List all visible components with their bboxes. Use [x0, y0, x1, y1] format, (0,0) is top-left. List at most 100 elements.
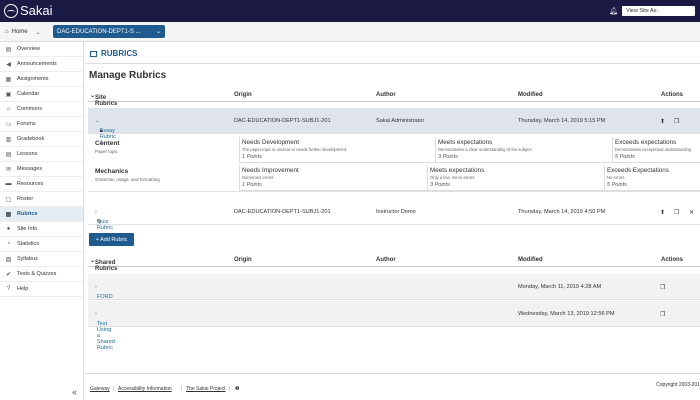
rubric-modified: Monday, March 11, 2019 4:28 AM — [518, 284, 602, 290]
sidebar-item-help[interactable]: ? Help — [0, 282, 83, 297]
rating-title: Exceeds expectations — [615, 139, 677, 146]
rubric-name-link[interactable]: › Quiz Rubric ✎ — [95, 209, 113, 231]
rubric-criteria-grid: Content Paper topic Needs Development Th… — [88, 136, 700, 192]
rating-points: 5 Points — [607, 182, 627, 188]
gradebook-icon: ▥ — [5, 136, 12, 143]
sidebar-item-overview[interactable]: ▤ Overview — [0, 42, 83, 57]
table-row[interactable]: › Test Using a Shared Rubric Wednesday, … — [88, 301, 700, 351]
view-site-as-select[interactable]: View Site As: — [622, 6, 695, 16]
sidebar-item-calendar[interactable]: ▣ Calendar — [0, 87, 83, 102]
rating-description: Numerous errors — [242, 175, 274, 180]
tool-title-label: RUBRICS — [101, 49, 138, 58]
sidebar-item-label: Overview — [17, 46, 40, 52]
copy-icon[interactable]: ❐ — [674, 118, 679, 125]
sidebar-item-label: Commons — [17, 106, 43, 112]
commons-icon: ⌂ — [6, 106, 11, 112]
lock-icon: 🔒︎ — [99, 128, 103, 134]
chevron-down-icon: ⌄ — [155, 29, 161, 35]
rubric-author: Sakai Administrator — [376, 118, 425, 124]
home-tab[interactable]: ⌂ Home ⌄ — [5, 26, 41, 38]
megaphone-icon: ◀ — [6, 61, 11, 68]
sidebar-item-label: Resources — [17, 181, 44, 187]
view-site-as-label: View Site As: — [626, 8, 658, 14]
modified-column-header: Modified — [518, 257, 543, 263]
chevron-down-icon[interactable]: ⌄ — [36, 29, 41, 36]
shared-rubrics-toggle[interactable]: ⌄ Shared Rubrics — [90, 257, 117, 272]
rubric-name-link[interactable]: › FORD — [95, 284, 113, 300]
site-rubrics-header: ⌄ Site Rubrics Origin Author Modified Ac… — [88, 89, 700, 107]
rating-cell: Needs Development The paper topic is unc… — [239, 137, 435, 163]
sidebar-item-commons[interactable]: ⌂ Commons — [0, 102, 83, 117]
author-column-header: Author — [376, 92, 396, 98]
rubric-name-link[interactable]: ⌄ Essay Rubric 1 🔒︎ — [95, 118, 116, 146]
rating-points: 1 Points — [242, 154, 262, 160]
rating-description: Demonstrates exceptional understanding — [615, 147, 692, 152]
sidebar-item-gradebook[interactable]: ▥ Gradebook — [0, 132, 83, 147]
share-icon[interactable]: ⬆ — [660, 209, 665, 216]
current-site-tab[interactable]: DAC-EDUCATION-DEPT1-S ... ⌄ — [53, 25, 165, 38]
sidebar-item-rubrics[interactable]: ▦ Rubrics — [0, 207, 83, 222]
footer-link-accessibility[interactable]: Accessibility Information — [118, 386, 172, 392]
sidebar-item-tests-quizzes[interactable]: ✔ Tests & Quizzes — [0, 267, 83, 282]
criterion-row: Content Paper topic Needs Development Th… — [88, 136, 700, 163]
sidebar-item-lessons[interactable]: ▤ Lessons — [0, 147, 83, 162]
copy-icon[interactable]: ❐ — [660, 311, 665, 318]
rubric-modified: Wednesday, March 13, 2019 12:56 PM — [518, 311, 615, 317]
sidebar-item-syllabus[interactable]: ▧ Syllabus — [0, 252, 83, 267]
top-bar: Sakai 🔔︎ View Site As: — [0, 0, 700, 22]
origin-column-header: Origin — [234, 257, 252, 263]
criterion-name: Content — [95, 140, 120, 147]
sidebar-item-site-info[interactable]: ● Site Info — [0, 222, 83, 237]
info-icon[interactable]: ❶ — [235, 386, 239, 392]
rating-points: 3 Points — [430, 182, 450, 188]
statistics-icon: ◔ — [6, 241, 11, 247]
copyright-text: Copyright 2003-201 — [656, 382, 700, 388]
copy-icon[interactable]: ❐ — [660, 284, 665, 291]
criterion-description: Grammar, usage, and formatting — [95, 177, 160, 182]
sidebar-item-forums[interactable]: ▭ Forums — [0, 117, 83, 132]
site-rubrics-toggle[interactable]: ⌄ Site Rubrics — [90, 92, 117, 107]
assignment-icon: ▦ — [5, 76, 12, 83]
sidebar-item-assignments[interactable]: ▦ Assignments — [0, 72, 83, 87]
shared-rubrics-heading: Shared Rubrics — [95, 260, 118, 272]
site-navigation-bar: ⌂ Home ⌄ DAC-EDUCATION-DEPT1-S ... ⌄ — [0, 22, 700, 42]
sidebar-item-announcements[interactable]: ◀ Announcements — [0, 57, 83, 72]
footer-link-sakai-project[interactable]: The Sakai Project — [186, 386, 225, 392]
rubric-name-link[interactable]: › Test Using a Shared Rubric — [95, 311, 115, 351]
delete-icon[interactable]: ✕ — [689, 209, 694, 216]
shared-rubrics-header: ⌄ Shared Rubrics Origin Author Modified … — [88, 254, 700, 272]
actions-column-header: Actions — [661, 92, 684, 98]
current-site-label: DAC-EDUCATION-DEPT1-S ... — [57, 28, 141, 35]
sidebar-item-label: Syllabus — [17, 256, 38, 262]
rubric-origin: DAC-EDUCATION-DEPT1-SUBJ1-201 — [234, 118, 331, 124]
rating-title: Exceeds Expectations — [607, 167, 669, 174]
rating-points: 1 Points — [242, 182, 262, 188]
origin-column-header: Origin — [234, 92, 252, 98]
footer-link-gateway[interactable]: Gateway — [90, 386, 110, 392]
notification-bell-icon[interactable]: 🔔︎ — [609, 7, 618, 15]
rubrics-icon — [90, 50, 97, 57]
sidebar-item-messages[interactable]: ✉ Messages — [0, 162, 83, 177]
sakai-logo-icon — [4, 3, 18, 18]
share-icon[interactable]: ⬆ — [660, 118, 665, 125]
rubric-name: Test Using a Shared Rubric — [96, 321, 115, 351]
table-row[interactable]: › Quiz Rubric ✎ DAC-EDUCATION-DEPT1-SUBJ… — [88, 199, 700, 231]
sakai-logo[interactable]: Sakai — [4, 3, 53, 18]
lessons-icon: ▤ — [5, 151, 12, 158]
table-row[interactable]: ⌄ Essay Rubric 1 🔒︎ DAC-EDUCATION-DEPT1-… — [88, 108, 700, 146]
syllabus-icon: ▧ — [5, 256, 12, 263]
tool-title: RUBRICS — [90, 49, 137, 58]
sidebar-item-statistics[interactable]: ◔ Statistics — [0, 237, 83, 252]
rating-cell: Needs Improvement Numerous errors 1 Poin… — [239, 165, 427, 191]
edit-icon[interactable]: ✎ — [97, 219, 102, 225]
sidebar-item-roster[interactable]: ▢ Roster — [0, 192, 83, 207]
sidebar-item-resources[interactable]: ▬ Resources — [0, 177, 83, 192]
collapse-sidebar-icon[interactable]: « — [72, 387, 77, 397]
home-tab-label: Home — [11, 29, 28, 35]
footer-separator: | — [113, 386, 115, 392]
divider — [85, 63, 700, 64]
table-row[interactable]: › FORD Monday, March 11, 2019 4:28 AM ❐ — [88, 274, 700, 300]
copy-icon[interactable]: ❐ — [674, 209, 679, 216]
add-rubric-button[interactable]: + Add Rubric — [89, 233, 134, 246]
page-footer: Gateway | Accessibility Information | Th… — [85, 373, 700, 400]
